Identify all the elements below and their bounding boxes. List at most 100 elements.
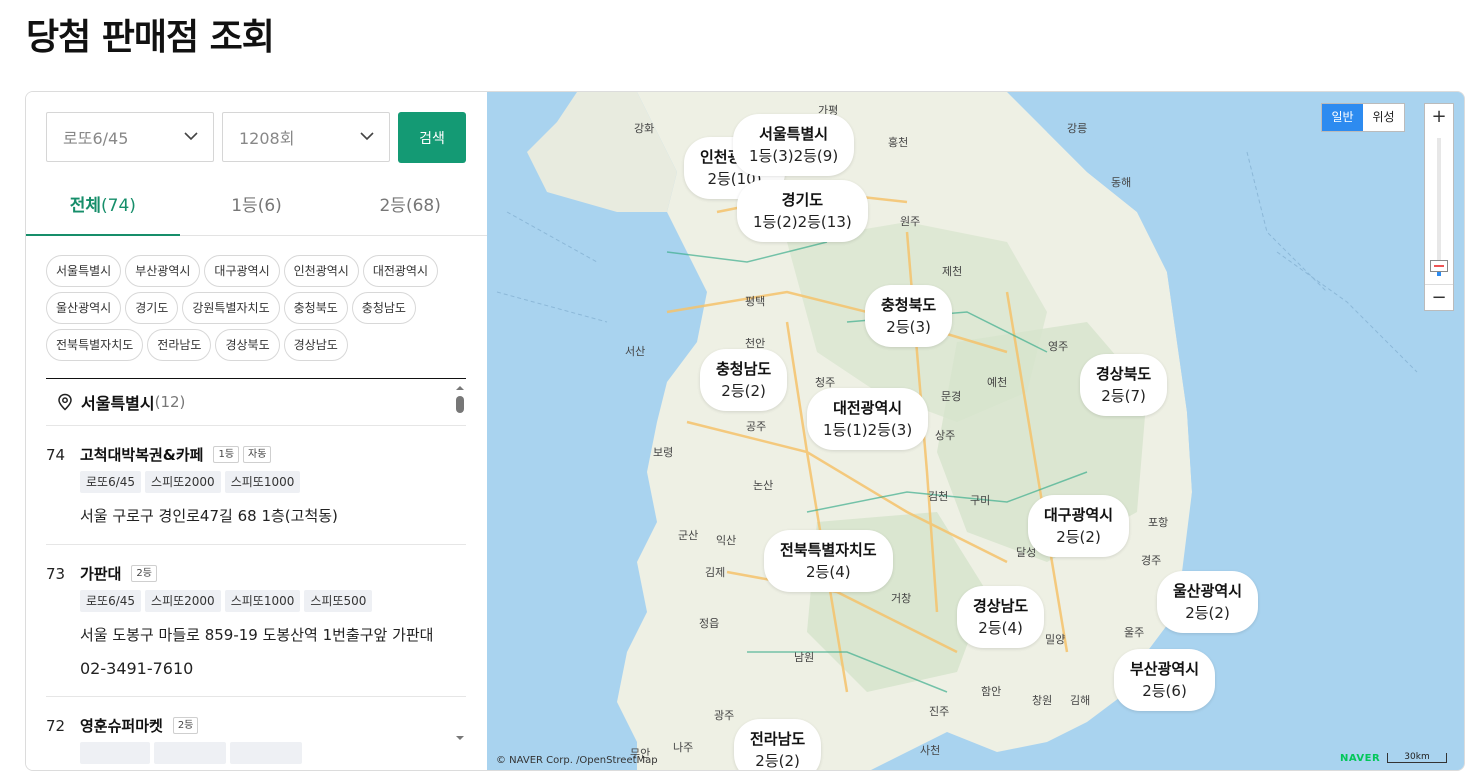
marker-count: 1등(1)2등(3): [823, 421, 913, 439]
map-marker-chungbuk[interactable]: 충청북도 2등(3): [865, 285, 953, 347]
game-tag: 스피또500: [304, 590, 373, 612]
store-item[interactable]: 73 가판대 2등 로또6/45 스피또2000 스피또1000 스피또500 …: [46, 545, 466, 697]
store-phone: 02-3491-7610: [80, 659, 194, 678]
place-label: 평택: [745, 295, 766, 308]
place-label: 군산: [678, 529, 699, 542]
region-chip[interactable]: 경기도: [125, 292, 179, 324]
map-marker-daegu[interactable]: 대구광역시 2등(2): [1028, 495, 1130, 557]
tab-all[interactable]: 전체(74): [26, 180, 180, 236]
place-label: 동해: [1111, 176, 1132, 189]
region-header: 서울특별시 (12): [46, 379, 466, 426]
map-marker-daejeon[interactable]: 대전광역시 1등(1)2등(3): [807, 388, 929, 450]
store-address: 서울 도봉구 마들로 859-19 도봉산역 1번출구앞 가판대: [80, 626, 434, 644]
page-title: 당첨 판매점 조회: [26, 17, 275, 58]
map-type-toggle: 일반 위성: [1321, 103, 1405, 132]
tab-first-prize[interactable]: 1등(6): [180, 180, 334, 235]
marker-count: 2등(4): [806, 563, 851, 581]
marker-region-name: 충청북도: [881, 296, 937, 314]
store-item[interactable]: 72 영훈슈퍼마켓 2등: [46, 697, 466, 770]
region-chip[interactable]: 전라남도: [147, 329, 212, 361]
place-label: 원주: [900, 215, 921, 228]
zoom-track[interactable]: [1437, 138, 1441, 276]
region-chip[interactable]: 서울특별시: [46, 255, 122, 287]
region-chip[interactable]: 대구광역시: [204, 255, 280, 287]
map-type-normal[interactable]: 일반: [1322, 104, 1363, 131]
map-marker-jeonbuk[interactable]: 전북특별자치도 2등(4): [764, 530, 893, 592]
store-item[interactable]: 74 고척대박복권&카페 1등 자동 로또6/45 스피또2000 스피또100…: [46, 426, 466, 545]
tab-count: (6): [257, 196, 282, 216]
round-select-value: 1208회: [239, 129, 295, 148]
region-chip[interactable]: 울산광역시: [46, 292, 122, 324]
search-button[interactable]: 검색: [398, 112, 466, 163]
marker-count: 2등(2): [755, 752, 800, 770]
map-marker-gyeongnam[interactable]: 경상남도 2등(4): [957, 586, 1045, 648]
game-select-value: 로또6/45: [63, 129, 129, 148]
region-chip[interactable]: 강원특별자치도: [182, 292, 280, 324]
store-name: 가판대: [80, 564, 122, 583]
tab-label: 1등: [231, 196, 258, 216]
region-count: (12): [154, 393, 186, 411]
marker-count: 1등(3)2등(9): [749, 147, 839, 165]
list-scrollbar[interactable]: [455, 384, 465, 742]
map-marker-gyeonggi[interactable]: 경기도 1등(2)2등(13): [737, 180, 868, 242]
tab-second-prize[interactable]: 2등(68): [333, 180, 487, 235]
store-address: 서울 구로구 경인로47길 68 1층(고척동): [80, 507, 338, 525]
game-tag: 스피또2000: [145, 471, 221, 493]
chevron-down-icon: [360, 132, 374, 141]
zoom-control: + −: [1424, 103, 1454, 311]
map-scale: 30km: [1387, 753, 1447, 763]
store-number: 74: [46, 446, 66, 464]
marker-region-name: 충청남도: [716, 360, 772, 378]
zoom-slider-handle[interactable]: [1430, 260, 1448, 272]
naver-logo[interactable]: NAVER: [1340, 753, 1380, 764]
scroll-up-icon[interactable]: [455, 384, 465, 392]
map-marker-jeonnam[interactable]: 전라남도 2등(2): [734, 719, 822, 770]
place-label: 홍천: [888, 136, 909, 149]
region-chip[interactable]: 충청북도: [283, 292, 348, 324]
map-base: [496, 92, 1464, 770]
place-label: 광주: [714, 709, 735, 722]
marker-count: 2등(3): [886, 318, 931, 336]
marker-count: 2등(4): [978, 619, 1023, 637]
map-marker-seoul[interactable]: 서울특별시 1등(3)2등(9): [733, 114, 855, 176]
region-chip[interactable]: 경상북도: [215, 329, 280, 361]
map-copyright[interactable]: © NAVER Corp. /OpenStreetMap: [496, 755, 658, 766]
region-chip[interactable]: 대전광역시: [362, 255, 439, 287]
store-list: 서울특별시 (12) 74 고척대박복권&카페 1등 자동 로또6/45 스피또…: [46, 378, 466, 770]
place-label: 보령: [653, 446, 674, 459]
place-label: 거창: [891, 592, 912, 605]
place-label: 울주: [1124, 626, 1145, 639]
scroll-down-icon[interactable]: [455, 734, 465, 742]
game-select[interactable]: 로또6/45: [46, 112, 214, 162]
map-marker-chungnam[interactable]: 충청남도 2등(2): [700, 349, 788, 411]
marker-count: 2등(2): [721, 382, 766, 400]
map-marker-busan[interactable]: 부산광역시 2등(6): [1114, 649, 1216, 711]
rank-tabs: 전체(74) 1등(6) 2등(68): [26, 180, 487, 236]
map-marker-ulsan[interactable]: 울산광역시 2등(2): [1157, 571, 1259, 633]
game-tag: 스피또1000: [224, 471, 301, 493]
region-chip[interactable]: 경상남도: [283, 329, 348, 361]
method-badge: 자동: [243, 445, 272, 463]
place-label: 김천: [928, 490, 949, 503]
round-select[interactable]: 1208회: [222, 112, 390, 162]
map-view[interactable]: 강화 가평 홍천 강릉 동해 원주 제천 평택 천안 서산 청주 영주 예천 문…: [487, 92, 1464, 770]
region-chip[interactable]: 충청남도: [351, 292, 416, 324]
region-chip[interactable]: 인천광역시: [283, 255, 359, 287]
place-label: 포항: [1148, 516, 1169, 529]
marker-region-name: 경상북도: [1096, 365, 1152, 383]
map-type-satellite[interactable]: 위성: [1363, 104, 1404, 131]
map-marker-gyeongbuk[interactable]: 경상북도 2등(7): [1080, 354, 1168, 416]
marker-count: 2등(7): [1101, 387, 1146, 405]
rank-badge: 2등: [172, 716, 199, 734]
tab-count: (68): [405, 196, 441, 216]
place-label: 나주: [673, 741, 694, 754]
marker-count: 2등(6): [1142, 682, 1187, 700]
zoom-in-button[interactable]: +: [1425, 104, 1453, 130]
zoom-out-button[interactable]: −: [1425, 284, 1453, 310]
region-chip[interactable]: 부산광역시: [125, 255, 201, 287]
store-number: 72: [46, 717, 66, 735]
scroll-thumb[interactable]: [456, 396, 464, 413]
tab-label: 전체: [69, 196, 102, 216]
region-chip[interactable]: 전북특별자치도: [46, 329, 144, 361]
chevron-down-icon: [184, 132, 198, 141]
